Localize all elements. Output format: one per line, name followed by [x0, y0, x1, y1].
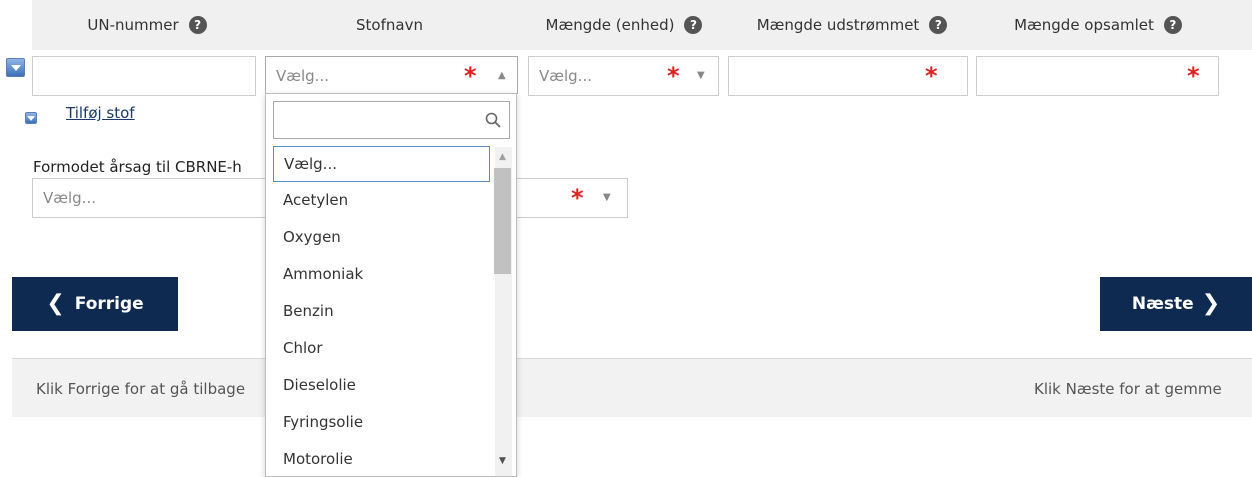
chevron-up-icon: ▲: [498, 70, 506, 81]
add-toggle-icon[interactable]: [25, 112, 37, 124]
header-label: Stofnavn: [356, 16, 423, 34]
table-header-row: UN-nummer ? Stofnavn Mængde (enhed) ? Mæ…: [32, 0, 1252, 50]
header-stofnavn: Stofnavn: [262, 0, 517, 50]
scroll-down-icon[interactable]: ▼: [499, 456, 506, 466]
required-marker: *: [1187, 62, 1200, 90]
stofnavn-placeholder: Vælg...: [276, 67, 329, 85]
dropdown-option[interactable]: Dieselolie: [273, 368, 490, 404]
header-maengde-udstroemmet: Mængde udstrømmet ?: [732, 0, 972, 50]
chevron-down-icon: ▼: [603, 192, 611, 203]
un-nummer-input[interactable]: [32, 56, 256, 96]
header-label: Mængde udstrømmet: [756, 16, 920, 34]
help-icon[interactable]: ?: [188, 16, 207, 34]
prev-hint: Klik Forrige for at gå tilbage: [36, 380, 246, 398]
header-label: Mængde (enhed): [545, 16, 675, 34]
header-label: UN-nummer: [87, 16, 179, 34]
add-substance-link[interactable]: Tilføj stof: [66, 104, 135, 122]
search-icon: [485, 112, 501, 128]
expand-toggle-icon[interactable]: [6, 58, 25, 77]
header-maengde-enhed: Mængde (enhed) ?: [524, 0, 724, 50]
help-icon[interactable]: ?: [1163, 16, 1182, 34]
chevron-down-icon: ▼: [697, 70, 705, 81]
cause-placeholder: Vælg...: [43, 189, 96, 207]
header-un-nummer: UN-nummer ?: [32, 0, 262, 50]
required-marker: *: [464, 62, 477, 90]
required-marker: *: [571, 184, 584, 212]
dropdown-option[interactable]: Benzin: [273, 294, 490, 330]
dropdown-option[interactable]: Oxygen: [273, 220, 490, 256]
required-marker: *: [925, 62, 938, 90]
next-label: Næste: [1131, 294, 1194, 314]
dropdown-search-input[interactable]: [273, 101, 510, 139]
maengde-enhed-select[interactable]: Vælg... * ▼: [528, 56, 719, 96]
page: { "table": { "headers": [ {"label": "UN-…: [0, 0, 1252, 477]
prev-button[interactable]: ❮ Forrige: [12, 277, 178, 331]
stofnavn-dropdown: Vælg... Acetylen Oxygen Ammoniak Benzin …: [265, 93, 517, 477]
dropdown-option[interactable]: Fyringsolie: [273, 405, 490, 441]
scroll-up-icon[interactable]: ▲: [499, 152, 506, 162]
dropdown-option[interactable]: Vælg...: [273, 146, 490, 182]
dropdown-option[interactable]: Chlor: [273, 331, 490, 367]
next-hint: Klik Næste for at gemme: [1034, 380, 1222, 398]
prev-label: Forrige: [74, 294, 144, 314]
next-button[interactable]: Næste ❯: [1100, 277, 1252, 331]
scrollbar-thumb[interactable]: [494, 168, 511, 274]
stofnavn-select[interactable]: Vælg... * ▲: [265, 56, 518, 94]
maengde-udstroemmet-input[interactable]: *: [728, 56, 968, 96]
chevron-left-icon: ❮: [46, 291, 65, 316]
required-marker: *: [667, 62, 680, 90]
header-label: Mængde opsamlet: [1014, 16, 1154, 34]
maengde-opsamlet-input[interactable]: *: [976, 56, 1219, 96]
dropdown-option[interactable]: Acetylen: [273, 183, 490, 219]
header-maengde-opsamlet: Mængde opsamlet ?: [976, 0, 1220, 50]
dropdown-option[interactable]: Ammoniak: [273, 257, 490, 293]
chevron-right-icon: ❯: [1201, 291, 1221, 316]
help-icon[interactable]: ?: [684, 16, 703, 34]
help-icon[interactable]: ?: [929, 16, 948, 34]
cause-label: Formodet årsag til CBRNE-h: [33, 158, 242, 176]
dropdown-option[interactable]: Motorolie: [273, 442, 490, 476]
enhed-placeholder: Vælg...: [539, 67, 592, 85]
